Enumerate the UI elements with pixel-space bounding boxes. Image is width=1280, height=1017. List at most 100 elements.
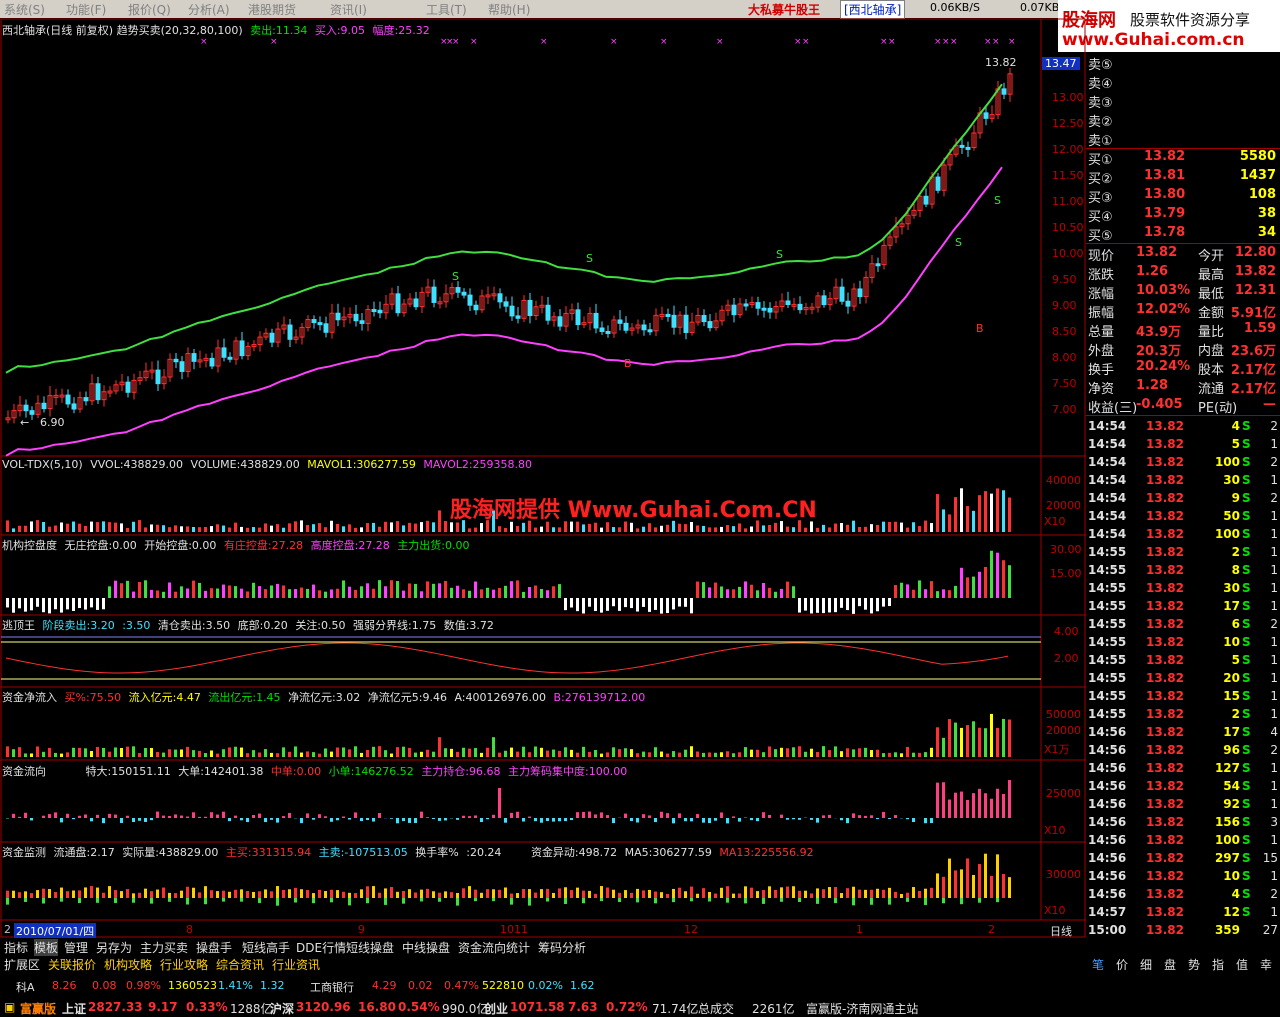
control-bar (234, 586, 237, 598)
menu-info[interactable]: 资讯(I) (330, 1, 367, 18)
indicator-tab[interactable]: 中线操盘 (402, 939, 450, 956)
stock-name[interactable]: [西北轴承] (840, 0, 906, 19)
quote-tab[interactable]: 笔 (1092, 956, 1104, 973)
indicator-bar (276, 753, 279, 757)
tick-row[interactable]: 14:56 13.82 54 S 1 (1086, 778, 1280, 796)
tick-row[interactable]: 14:55 13.82 20 S 1 (1086, 670, 1280, 688)
menu-analysis[interactable]: 分析(A) (188, 1, 230, 18)
indicator-tab[interactable]: 短线操盘 (346, 939, 394, 956)
tick-side: S (1242, 581, 1251, 595)
flow-bar (438, 818, 441, 821)
indicator-bar (222, 525, 225, 532)
ask-row[interactable]: 卖② (1086, 110, 1280, 130)
indicator-tab[interactable]: 模板 (34, 939, 59, 956)
status-site[interactable]: 富赢版-济南网通主站 (806, 1000, 918, 1017)
indicator-tab[interactable]: 筹码分析 (538, 939, 586, 956)
tick-row[interactable]: 14:56 13.82 96 S 2 (1086, 742, 1280, 760)
menu-tools[interactable]: 工具(T) (426, 1, 467, 18)
tick-row[interactable]: 14:54 13.82 9 S 2 (1086, 490, 1280, 508)
tick-row[interactable]: 14:54 13.82 100 S 2 (1086, 454, 1280, 472)
flow-bar (576, 812, 579, 818)
quote-tab[interactable]: 幸 (1260, 956, 1272, 973)
tick-row[interactable]: 14:56 13.82 127 S 1 (1086, 760, 1280, 778)
date-start[interactable]: 2010/07/01/四 (14, 923, 97, 939)
tick-row[interactable]: 14:55 13.82 6 S 2 (1086, 616, 1280, 634)
indicator-tab[interactable]: 操盘手 (196, 939, 232, 956)
tick-row[interactable]: 14:56 13.82 92 S 1 (1086, 796, 1280, 814)
tick-row[interactable]: 14:57 13.82 12 S 1 (1086, 904, 1280, 922)
extension-tab[interactable]: 机构攻略 (104, 956, 152, 973)
tick-volume: 17 (1223, 599, 1240, 613)
bid-row[interactable]: 买④ 13.79 38 (1086, 205, 1280, 225)
tick-row[interactable]: 14:54 13.82 100 S 1 (1086, 526, 1280, 544)
menu-hk-futures[interactable]: 港股期货 (248, 1, 296, 18)
sell-signal-marker: S (776, 248, 783, 261)
ticker-name[interactable]: 科A (16, 979, 35, 995)
quote-tab[interactable]: 细 (1140, 956, 1152, 973)
quote-tab[interactable]: 指 (1212, 956, 1224, 973)
tick-row[interactable]: 15:00 13.82 359 27 (1086, 922, 1280, 940)
bid-row[interactable]: 买② 13.81 1437 (1086, 167, 1280, 187)
monitor-bar (918, 891, 921, 898)
indicator-bar (834, 746, 837, 757)
flow-bar (546, 818, 549, 821)
tick-row[interactable]: 14:55 13.82 5 S 1 (1086, 652, 1280, 670)
tick-row[interactable]: 14:55 13.82 15 S 1 (1086, 688, 1280, 706)
menu-quote[interactable]: 报价(Q) (128, 1, 171, 18)
ask-row[interactable]: 卖③ (1086, 91, 1280, 111)
tick-row[interactable]: 14:55 13.82 17 S 1 (1086, 598, 1280, 616)
indicator-tab[interactable]: DDE行情 (296, 939, 346, 956)
ticker-name2[interactable]: 工商银行 (310, 979, 354, 995)
extension-tab[interactable]: 综合资讯 (216, 956, 264, 973)
tick-row[interactable]: 14:56 13.82 4 S 2 (1086, 886, 1280, 904)
indicator-tab[interactable]: 另存为 (96, 939, 132, 956)
quote-tab[interactable]: 势 (1188, 956, 1200, 973)
extension-tab[interactable]: 行业资讯 (272, 956, 320, 973)
tick-row[interactable]: 14:56 13.82 17 S 4 (1086, 724, 1280, 742)
extension-tab[interactable]: 行业攻略 (160, 956, 208, 973)
extension-tab[interactable]: 扩展区 (4, 956, 40, 973)
indicator-bar (156, 524, 159, 532)
tick-row[interactable]: 14:55 13.82 2 S 1 (1086, 544, 1280, 562)
control-bar (942, 589, 945, 598)
stat-key: 内盘 (1198, 344, 1225, 359)
tick-row[interactable]: 14:54 13.82 30 S 1 (1086, 472, 1280, 490)
indicator-tab[interactable]: 指标 (4, 939, 28, 956)
ask-row[interactable]: 卖① (1086, 129, 1280, 149)
ask-row[interactable]: 卖⑤ (1086, 53, 1280, 73)
tick-row[interactable]: 14:55 13.82 10 S 1 (1086, 634, 1280, 652)
indicator-tab[interactable]: 资金流向统计 (458, 939, 530, 956)
indicator-tab[interactable]: 短线高手 (242, 939, 290, 956)
menu-help[interactable]: 帮助(H) (488, 1, 530, 18)
menu-system[interactable]: 系统(S) (4, 1, 45, 18)
indicator-tab[interactable]: 管理 (64, 939, 88, 956)
tick-row[interactable]: 14:56 13.82 156 S 3 (1086, 814, 1280, 832)
ask-row[interactable]: 卖④ (1086, 72, 1280, 92)
bid-volume: 5580 (1239, 149, 1276, 164)
chart-area[interactable]: S S S S S B B × × × × × × × × × × × × × × × × × × × × 股海网提供 Www.Gu… (0, 18, 1086, 939)
extension-tab[interactable]: 关联报价 (48, 956, 96, 973)
tick-row[interactable]: 14:54 13.82 50 S 1 (1086, 508, 1280, 526)
tick-row[interactable]: 14:56 13.82 297 S 15 (1086, 850, 1280, 868)
quote-tab[interactable]: 价 (1116, 956, 1128, 973)
tick-row[interactable]: 14:56 13.82 10 S 1 (1086, 868, 1280, 886)
bid-row[interactable]: 买⑤ 13.78 34 (1086, 224, 1280, 244)
indicator-bar (612, 747, 615, 757)
tick-row[interactable]: 14:55 13.82 2 S 1 (1086, 706, 1280, 724)
tick-row[interactable]: 14:54 13.82 4 S 2 (1086, 418, 1280, 436)
bid-row[interactable]: 买③ 13.80 108 (1086, 186, 1280, 206)
quote-tab[interactable]: 值 (1236, 956, 1248, 973)
tick-row[interactable]: 14:55 13.82 30 S 1 (1086, 580, 1280, 598)
indicator-tab[interactable]: 主力买卖 (140, 939, 188, 956)
bid-row[interactable]: 买① 13.82 5580 (1086, 148, 1280, 168)
promo-link[interactable]: 大私募牛股王 (748, 1, 820, 18)
tick-row[interactable]: 14:56 13.82 100 S 1 (1086, 832, 1280, 850)
tick-volume: 30 (1223, 473, 1240, 487)
tick-row[interactable]: 14:55 13.82 8 S 1 (1086, 562, 1280, 580)
quote-tab[interactable]: 盘 (1164, 956, 1176, 973)
period-mode[interactable]: 日线 (1050, 923, 1072, 939)
status-brand[interactable]: 富赢版 (20, 1000, 56, 1017)
chart-canvas[interactable]: SS SSSBB× × ××× × × × × × × × × × × × × × × × 股海网提供 Www.Gu… (0, 18, 1086, 938)
tick-row[interactable]: 14:54 13.82 5 S 1 (1086, 436, 1280, 454)
menu-function[interactable]: 功能(F) (66, 1, 106, 18)
